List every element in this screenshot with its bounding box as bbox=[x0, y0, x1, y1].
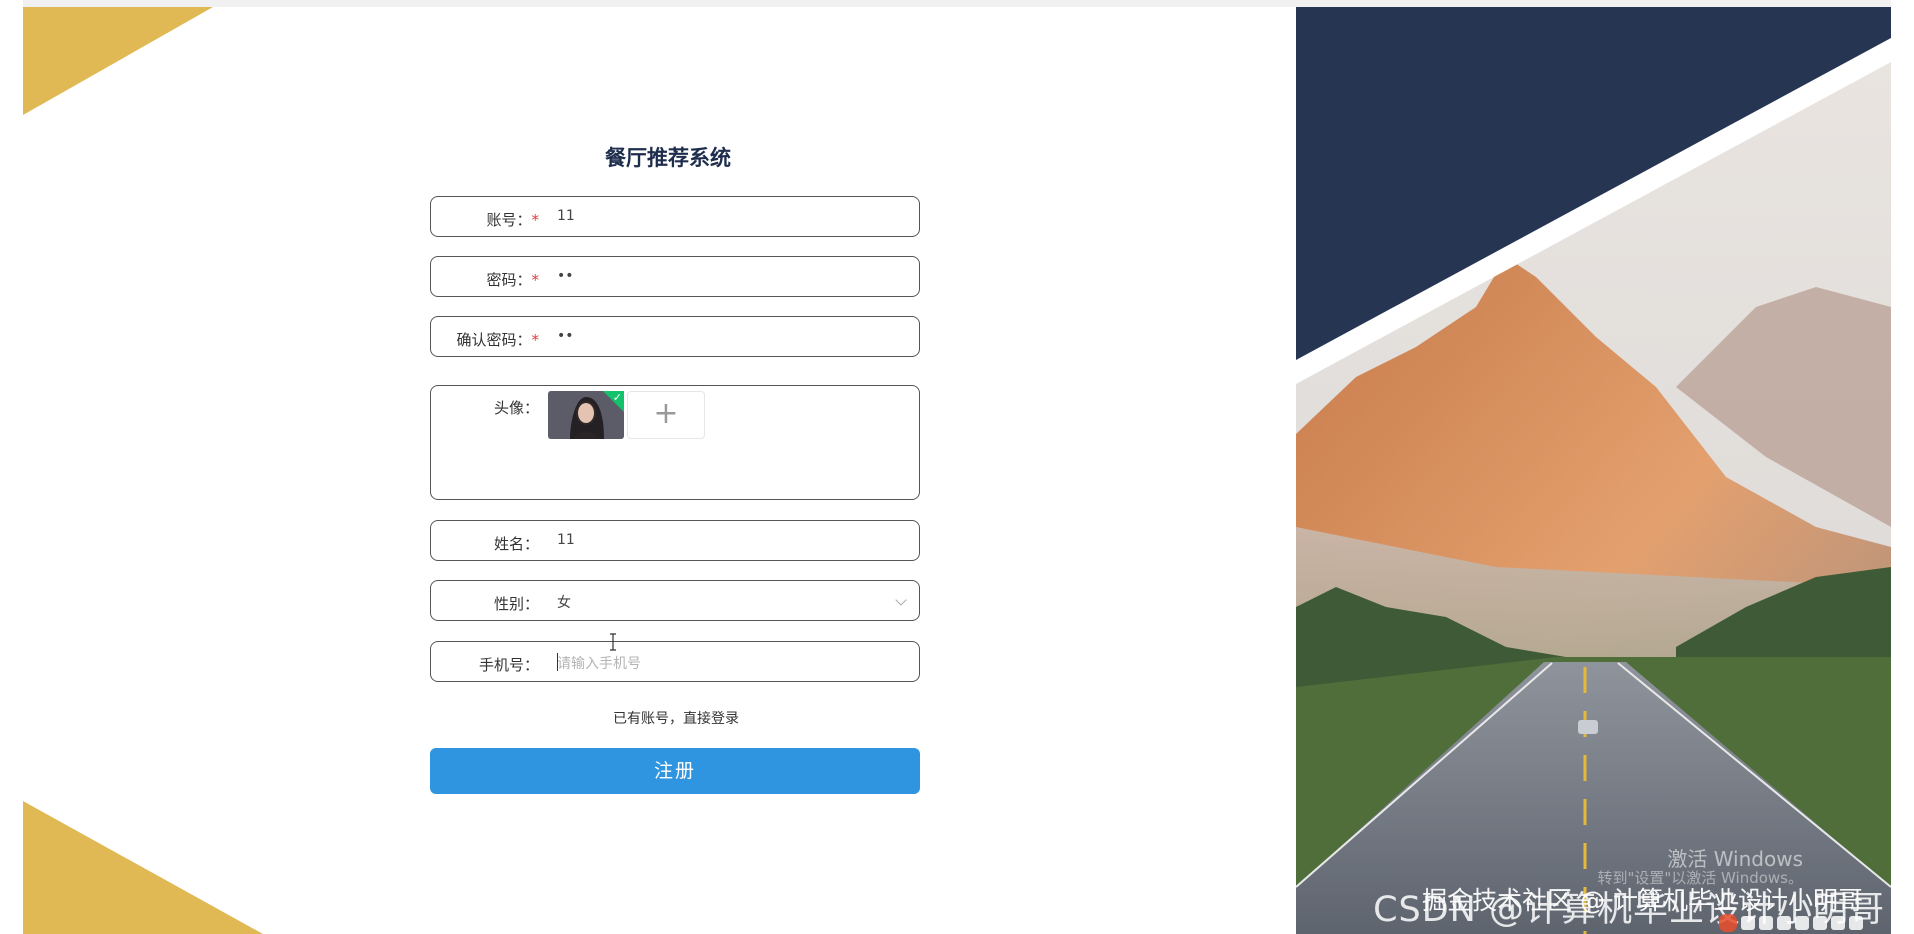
scenic-image-panel: 激活 Windows 转到"设置"以激活 Windows。 CSDN @计算机毕… bbox=[1296, 7, 1891, 934]
register-page: 餐厅推荐系统 账号：* 11 密码：* •• 确认密码：* •• 头像： ✓ +… bbox=[23, 7, 1891, 934]
name-label: 姓名： bbox=[493, 535, 539, 553]
ime-toolbar bbox=[1719, 912, 1863, 934]
account-input[interactable]: 11 bbox=[557, 208, 575, 224]
chinese-mode-icon[interactable] bbox=[1741, 916, 1755, 930]
login-link[interactable]: 已有账号，直接登录 bbox=[430, 708, 922, 728]
gender-value[interactable]: 女 bbox=[557, 592, 571, 612]
confirm-password-input[interactable]: •• bbox=[557, 328, 574, 344]
account-field[interactable]: 账号：* 11 bbox=[430, 196, 920, 237]
register-button[interactable]: 注册 bbox=[430, 748, 920, 794]
mouse-ibeam-cursor-icon bbox=[610, 633, 616, 651]
account-label: 账号：* bbox=[486, 211, 540, 229]
keyboard-icon[interactable] bbox=[1813, 916, 1827, 930]
required-mark: * bbox=[531, 331, 540, 349]
required-mark: * bbox=[531, 271, 540, 289]
phone-label: 手机号： bbox=[478, 656, 539, 674]
confirm-password-field[interactable]: 确认密码：* •• bbox=[430, 316, 920, 357]
phone-input[interactable]: 请输入手机号 bbox=[557, 653, 641, 673]
name-field[interactable]: 姓名： 11 bbox=[430, 520, 920, 561]
required-mark: * bbox=[531, 211, 540, 229]
gold-triangle-bottom-left bbox=[23, 801, 263, 934]
password-label: 密码：* bbox=[486, 271, 540, 289]
mountain-road-image bbox=[1296, 7, 1891, 934]
upload-button[interactable]: + bbox=[627, 391, 705, 439]
chevron-down-icon[interactable] bbox=[895, 594, 907, 606]
gender-label: 性别： bbox=[493, 595, 539, 613]
sogou-icon[interactable] bbox=[1719, 914, 1737, 932]
phone-field[interactable]: 手机号： 请输入手机号 bbox=[430, 641, 920, 682]
confirm-password-label: 确认密码：* bbox=[456, 331, 540, 349]
gold-triangle-top-left bbox=[23, 7, 213, 115]
gender-select[interactable]: 性别： 女 bbox=[430, 580, 920, 621]
page-title: 餐厅推荐系统 bbox=[605, 146, 731, 170]
password-input[interactable]: •• bbox=[557, 268, 574, 284]
avatar-label: 头像： bbox=[493, 399, 539, 417]
text-caret bbox=[557, 653, 558, 671]
shirt-icon[interactable] bbox=[1831, 916, 1845, 930]
microphone-icon[interactable] bbox=[1795, 916, 1809, 930]
punctuation-icon[interactable] bbox=[1777, 916, 1791, 930]
check-icon: ✓ bbox=[612, 391, 622, 404]
window-top-edge bbox=[23, 0, 1891, 7]
password-field[interactable]: 密码：* •• bbox=[430, 256, 920, 297]
avatar-field: 头像： ✓ + bbox=[430, 385, 920, 500]
plus-icon: + bbox=[653, 396, 679, 431]
moon-icon[interactable] bbox=[1759, 916, 1773, 930]
grid-icon[interactable] bbox=[1849, 916, 1863, 930]
window-left-edge bbox=[0, 0, 23, 934]
name-input[interactable]: 11 bbox=[557, 532, 575, 548]
